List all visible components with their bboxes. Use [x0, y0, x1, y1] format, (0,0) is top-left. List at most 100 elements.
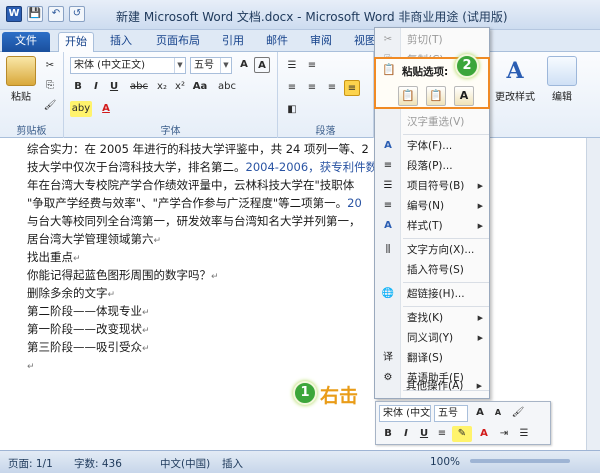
mini-font-color-button[interactable]: A: [476, 426, 492, 442]
paste-text-only-button[interactable]: A: [454, 86, 474, 106]
font-name-combo[interactable]: 宋体 (中文正文) ▼: [70, 57, 186, 74]
superscript-button[interactable]: x²: [172, 79, 188, 95]
align-center-icon[interactable]: ≡: [304, 80, 320, 96]
menu-item-bullets[interactable]: ☰ 项目符号(B) ▶: [375, 176, 491, 196]
shading-icon[interactable]: ◧: [284, 102, 300, 118]
menu-item-font[interactable]: A 字体(F)...: [375, 136, 491, 156]
language-indicator[interactable]: 中文(中国): [160, 456, 210, 471]
mini-underline-button[interactable]: U: [416, 426, 432, 442]
undo-icon[interactable]: ↶: [48, 6, 64, 22]
paste-button[interactable]: 粘贴: [6, 56, 36, 103]
text-direction-icon: ⫼: [385, 244, 391, 255]
paragraph-group-label: 段落: [315, 126, 336, 137]
tab-references[interactable]: 引用: [216, 32, 250, 52]
menu-item-hyperlink[interactable]: 🌐 超链接(H)...: [375, 284, 491, 304]
tab-review[interactable]: 审阅: [304, 32, 338, 52]
mini-bullets-icon[interactable]: ☰: [516, 426, 532, 442]
mini-highlight-button[interactable]: ✎: [452, 426, 472, 442]
tab-file[interactable]: 文件: [2, 32, 50, 52]
paste-options-label: 粘贴选项:: [402, 66, 449, 78]
styles-icon: A: [506, 58, 524, 84]
menu-item-lookup[interactable]: 查找(K) ▶: [375, 308, 491, 328]
word-app-icon[interactable]: W: [6, 6, 22, 22]
mini-format-painter-icon[interactable]: 🖌: [510, 405, 526, 421]
vertical-scrollbar[interactable]: [586, 138, 600, 450]
redo-icon[interactable]: ↺: [69, 6, 85, 22]
paste-keep-format-button[interactable]: 📋: [398, 86, 418, 106]
tab-mailings[interactable]: 邮件: [260, 32, 294, 52]
mini-size-combo[interactable]: 五号: [434, 405, 468, 422]
insert-mode[interactable]: 插入: [222, 456, 243, 471]
mini-indent-icon[interactable]: ⇥: [496, 426, 512, 442]
word-count[interactable]: 字数: 436: [74, 456, 122, 471]
tab-home[interactable]: 开始: [58, 32, 94, 52]
justify-icon[interactable]: ≡: [344, 80, 360, 96]
editing-group: 编辑: [538, 52, 586, 138]
editing-button[interactable]: 编辑: [544, 56, 580, 103]
menu-item-paragraph[interactable]: ≡ 段落(P)...: [375, 156, 491, 176]
chevron-right-icon: ▶: [477, 202, 483, 210]
paste-label: 粘贴: [11, 92, 31, 103]
mini-font-combo[interactable]: 宋体 (中文: [379, 405, 431, 422]
quick-access-toolbar: W 💾 ↶ ↺: [6, 6, 85, 22]
tab-insert[interactable]: 插入: [104, 32, 138, 52]
bullets-icon[interactable]: ☰: [284, 58, 300, 74]
doc-line: ↵: [27, 362, 35, 372]
zoom-level[interactable]: 100%: [430, 456, 460, 468]
clear-format-button[interactable]: abc: [214, 79, 240, 95]
format-painter-icon[interactable]: 🖌: [42, 98, 58, 114]
menu-item-text-direction[interactable]: ⫼ 文字方向(X)...: [375, 240, 491, 260]
menu-item-more-actions[interactable]: 其他操作(A) ▶: [374, 376, 490, 396]
font-color-button[interactable]: A: [98, 101, 114, 117]
chevron-down-icon[interactable]: ▼: [220, 58, 231, 73]
step-1-badge: 1: [293, 381, 317, 405]
page-count[interactable]: 页面: 1/1: [8, 456, 53, 471]
paragraph-group: ☰ ≡ ≡ ≡ ≡ ≡ ◧ 段落: [278, 52, 374, 138]
change-styles-button[interactable]: A 更改样式: [494, 56, 536, 103]
menu-item-cut[interactable]: ✂ 剪切(T): [375, 30, 491, 50]
mini-grow-icon[interactable]: A: [472, 405, 488, 421]
chevron-right-icon: ▶: [477, 314, 483, 322]
cut-icon[interactable]: ✂: [42, 58, 58, 74]
underline-button[interactable]: U: [106, 79, 122, 95]
mini-italic-button[interactable]: I: [398, 426, 414, 442]
zoom-slider[interactable]: [470, 459, 570, 463]
menu-item-synonyms[interactable]: 同义词(Y) ▶: [375, 328, 491, 348]
mini-center-icon[interactable]: ≡: [434, 426, 450, 442]
align-left-icon[interactable]: ≡: [284, 80, 300, 96]
ribbon: 粘贴 ✂ ⎘ 🖌 剪贴板 宋体 (中文正文) ▼ 五号 ▼ A A B I U …: [0, 52, 600, 138]
styles-group: A 更改样式: [490, 52, 538, 138]
highlight-button[interactable]: aby: [70, 101, 92, 117]
menu-item-insert-symbol[interactable]: 插入符号(S): [375, 260, 491, 280]
mini-font-value: 宋体 (中文: [383, 408, 431, 419]
mini-bold-button[interactable]: B: [380, 426, 396, 442]
save-icon[interactable]: 💾: [27, 6, 43, 22]
binoculars-icon: [547, 56, 577, 86]
align-right-icon[interactable]: ≡: [324, 80, 340, 96]
clipboard-group: 粘贴 ✂ ⎘ 🖌 剪贴板: [0, 52, 64, 138]
title-bar: W 💾 ↶ ↺ 新建 Microsoft Word 文档.docx - Micr…: [0, 0, 600, 30]
mini-size-value: 五号: [438, 408, 458, 419]
mini-shrink-icon[interactable]: A: [490, 405, 506, 421]
numbering-icon[interactable]: ≡: [304, 58, 320, 74]
italic-button[interactable]: I: [88, 79, 104, 95]
char-border-icon[interactable]: A: [254, 57, 270, 73]
menu-item-numbering[interactable]: ≡ 编号(N) ▶: [375, 196, 491, 216]
tab-page-layout[interactable]: 页面布局: [150, 32, 206, 52]
strikethrough-button[interactable]: abc: [128, 79, 150, 95]
menu-item-translate[interactable]: 译翻译(S): [375, 348, 491, 368]
font-size-value: 五号: [194, 60, 214, 71]
chevron-down-icon[interactable]: ▼: [174, 58, 185, 73]
translate-icon: 译: [383, 352, 393, 363]
menu-item-styles[interactable]: A 样式(T) ▶: [375, 216, 491, 236]
subscript-button[interactable]: x₂: [154, 79, 170, 95]
font-size-combo[interactable]: 五号 ▼: [190, 57, 232, 74]
doc-line: 综合实力：在 2005 年进行的科技大学评鉴中，共 24 项列一等、2: [27, 142, 369, 156]
doc-line: 与台大等校同列全台湾第一，研发效率与台湾知名大学并列第一，: [27, 214, 361, 228]
grow-font-icon[interactable]: A: [236, 57, 252, 73]
paste-merge-format-button[interactable]: 📋: [426, 86, 446, 106]
copy-icon[interactable]: ⎘: [42, 78, 58, 94]
menu-item-reconvert[interactable]: 汉字重选(V): [375, 112, 491, 132]
change-case-button[interactable]: Aa: [190, 79, 210, 95]
bold-button[interactable]: B: [70, 79, 86, 95]
